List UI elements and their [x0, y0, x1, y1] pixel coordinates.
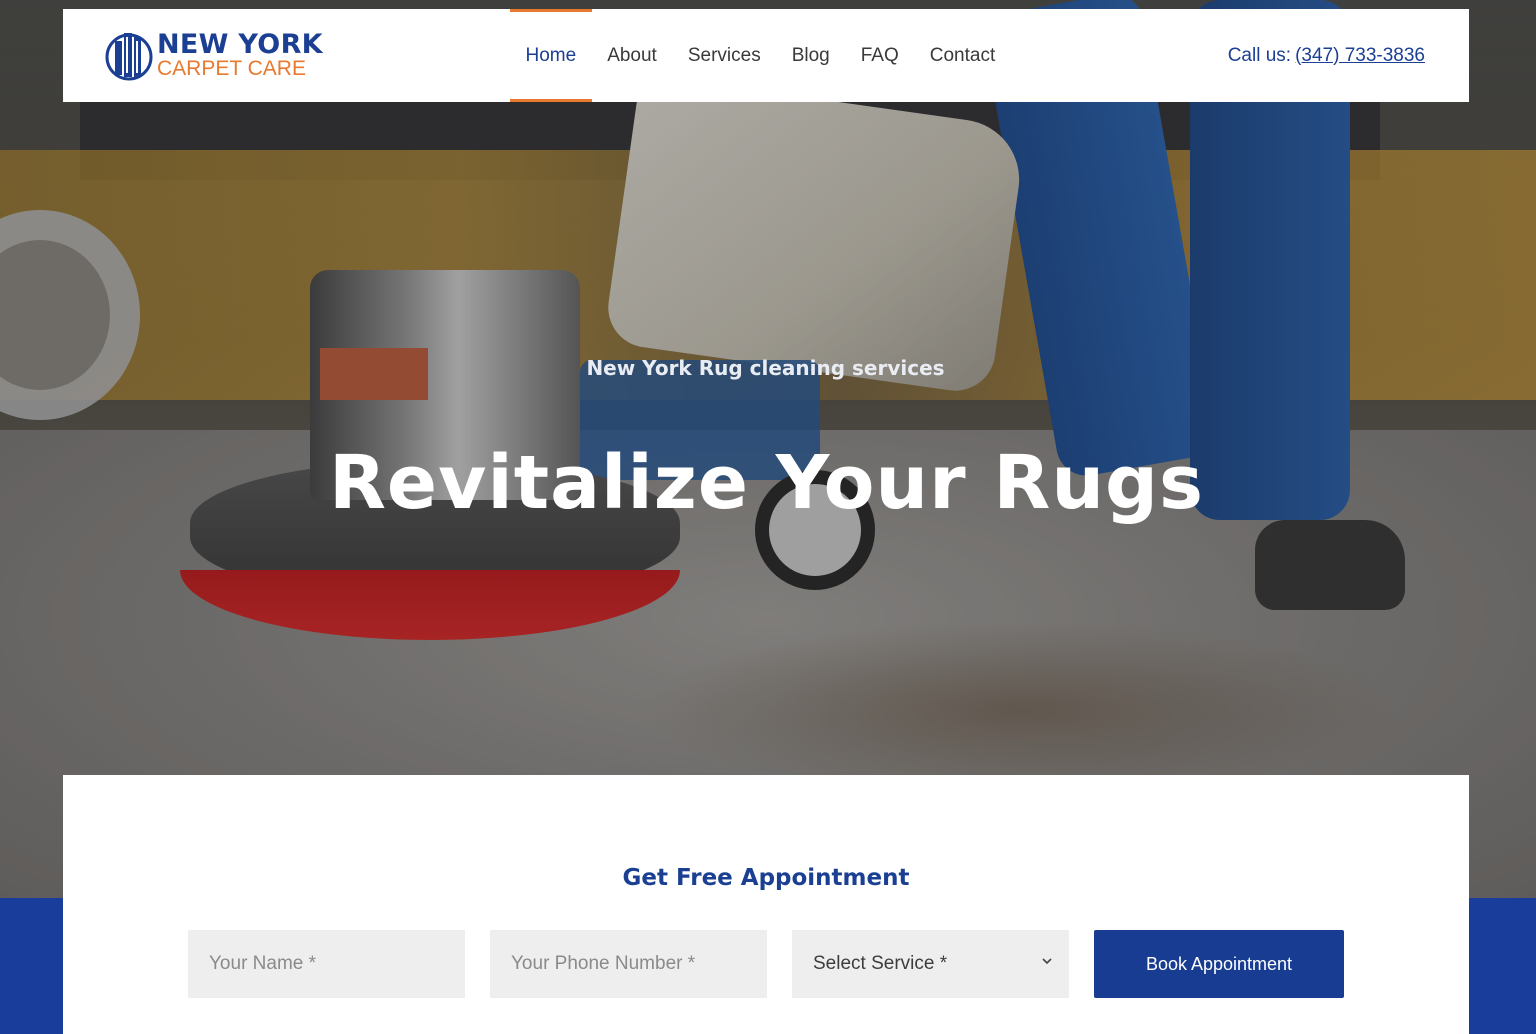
name-input[interactable]: [188, 930, 465, 998]
nav-item-about[interactable]: About: [592, 9, 673, 102]
main-nav: Home About Services Blog FAQ Contact: [510, 9, 1011, 102]
call-us-label: Call us:: [1227, 44, 1292, 66]
logo-title: NEW YORK: [157, 29, 323, 60]
nav-item-contact[interactable]: Contact: [914, 9, 1010, 102]
site-logo[interactable]: NEW YORK CARPET CARE: [105, 27, 323, 83]
nav-item-services[interactable]: Services: [672, 9, 776, 102]
appointment-title: Get Free Appointment: [622, 865, 910, 891]
appointment-card: Get Free Appointment Select Service * Bo…: [63, 775, 1469, 1034]
nav-item-faq[interactable]: FAQ: [845, 9, 914, 102]
building-logo-icon: [105, 27, 157, 83]
nav-item-home[interactable]: Home: [510, 9, 592, 102]
logo-subtitle: CARPET CARE: [157, 57, 306, 80]
nav-item-blog[interactable]: Blog: [776, 9, 845, 102]
service-select[interactable]: Select Service *: [792, 930, 1069, 998]
phone-input[interactable]: [490, 930, 767, 998]
book-appointment-button[interactable]: Book Appointment: [1094, 930, 1344, 998]
phone-link[interactable]: (347) 733-3836: [1295, 45, 1425, 67]
hero-subtitle: New York Rug cleaning services: [586, 356, 945, 380]
service-select-value: Select Service *: [813, 953, 948, 974]
site-header: NEW YORK CARPET CARE Home About Services…: [63, 9, 1469, 102]
call-us: Call us: (347) 733-3836: [1228, 9, 1425, 102]
chevron-down-icon: [1041, 954, 1053, 970]
hero-title: Revitalize Your Rugs: [328, 440, 1205, 526]
